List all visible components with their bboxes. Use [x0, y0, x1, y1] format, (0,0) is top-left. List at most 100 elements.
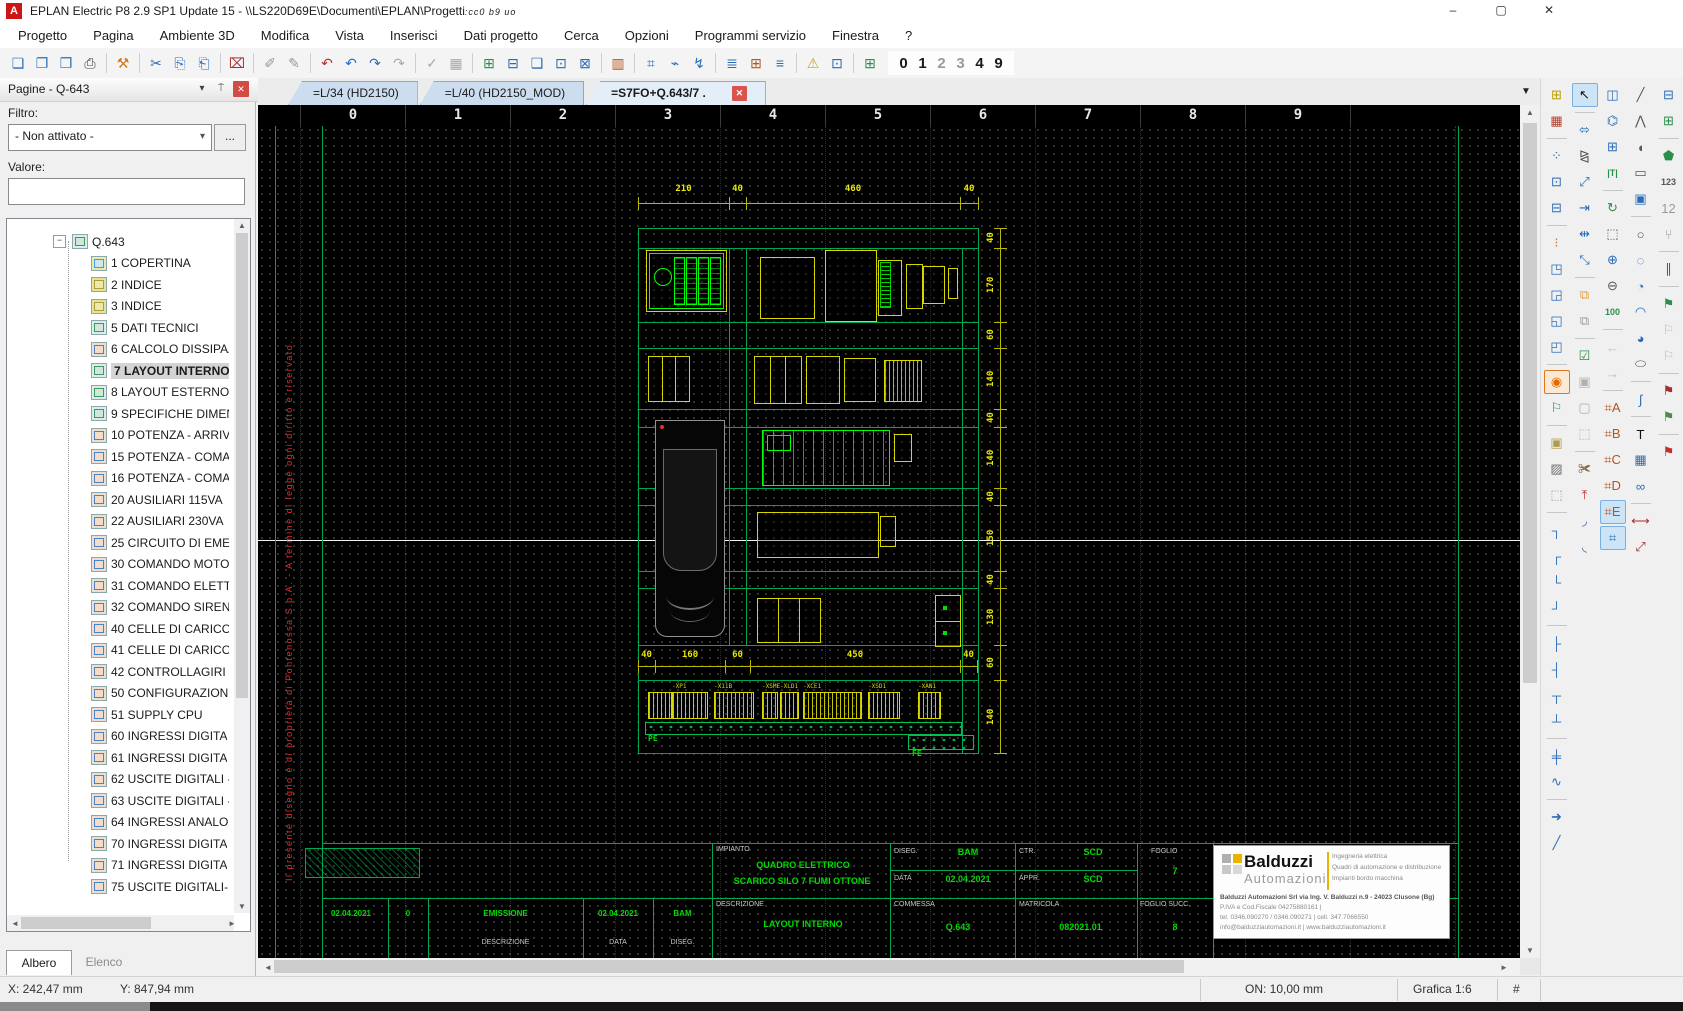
device-selection-button[interactable]: ◫ [1600, 83, 1626, 107]
double-connection-button[interactable]: ╪ [1544, 744, 1570, 768]
cut-button[interactable]: ✂ [144, 52, 168, 74]
zoom-in-button[interactable]: ⊕ [1600, 248, 1626, 272]
numbering-12-button[interactable]: 12 [1656, 196, 1682, 220]
draw-ellipse-button[interactable]: ⬭ [1628, 352, 1654, 376]
format-paint-b-button[interactable]: ✎ [282, 52, 306, 74]
parts-list-button[interactable]: ≡ [768, 52, 792, 74]
tab-albero[interactable]: Albero [6, 950, 72, 975]
tree-item-23[interactable]: 60 INGRESSI DIGITA [7, 726, 229, 748]
page-type-3-button[interactable]: 3 [951, 55, 970, 72]
tree-item-17[interactable]: 32 COMANDO SIREN [7, 597, 229, 619]
parts-cart-button[interactable]: ⊞ [1600, 135, 1626, 159]
numbering-pins-button[interactable]: ⑂ [1656, 222, 1682, 246]
canvas-scroll-right-icon[interactable]: ► [1496, 963, 1512, 972]
grid-d-button[interactable]: ⌗D [1600, 474, 1626, 498]
tree-expander-icon[interactable]: − [53, 235, 66, 248]
chamfer-corner-button[interactable]: ◟ [1572, 535, 1598, 559]
placeholder-object-button[interactable]: ⬚ [1544, 483, 1570, 507]
scroll-up-icon[interactable]: ▲ [234, 221, 250, 230]
tree-scroll-thumb[interactable] [236, 233, 248, 698]
paste-button[interactable]: ⎗ [192, 52, 216, 74]
delete-selection-button[interactable]: ⌧ [225, 52, 249, 74]
page-tree[interactable]: −Q.6431 COPERTINA2 INDICE3 INDICE5 DATI … [6, 218, 251, 932]
interruption-point-button[interactable]: ⚐ [1544, 396, 1570, 420]
t-node-down-button[interactable]: ┬ [1544, 683, 1570, 707]
tree-item-5[interactable]: 6 CALCOLO DISSIPAZ [7, 339, 229, 361]
tree-item-7[interactable]: 8 LAYOUT ESTERNO [7, 382, 229, 404]
parts-master-button[interactable]: ⊞ [744, 52, 768, 74]
minimize-button[interactable]: – [1437, 0, 1469, 21]
connection-point-down-button[interactable]: ⊟ [1544, 196, 1570, 220]
draw-circle-button[interactable]: ○ [1628, 222, 1654, 246]
t-node-right-button[interactable]: ├ [1544, 631, 1570, 655]
move-right-button[interactable]: ⇥ [1572, 196, 1598, 220]
tree-item-6[interactable]: 7 LAYOUT INTERNO [7, 360, 229, 382]
device-navigator-button[interactable]: ⊟ [501, 52, 525, 74]
potential-clips-button[interactable]: ⁝ [1544, 231, 1570, 255]
dimension-horizontal-button[interactable]: ⟷ [1628, 509, 1654, 533]
tree-item-3[interactable]: 3 INDICE [7, 296, 229, 318]
copy-button[interactable]: ⎘ [168, 52, 192, 74]
t-node-up-button[interactable]: ┴ [1544, 709, 1570, 733]
diagonal-line-button[interactable]: ╱ [1544, 831, 1570, 855]
structure-box-button[interactable]: ▣ [1544, 431, 1570, 455]
placement-frame-button[interactable]: ◉ [1544, 370, 1570, 394]
insert-image-button[interactable]: ▦ [1628, 448, 1654, 472]
menu-progetto[interactable]: Progetto [18, 28, 67, 43]
tree-item-1[interactable]: 1 COPERTINA [7, 253, 229, 275]
redraw-view-button[interactable]: ↻ [1600, 196, 1626, 220]
page-type-4-button[interactable]: 4 [970, 55, 989, 72]
mirror-object-button[interactable]: ⧎ [1572, 144, 1598, 168]
jump-connection-button[interactable]: ∿ [1544, 770, 1570, 794]
page-navigator-button[interactable]: ⊞ [477, 52, 501, 74]
text-frame-button[interactable]: |T| [1600, 161, 1626, 185]
tree-item-18[interactable]: 40 CELLE DI CARICO [7, 618, 229, 640]
topology-view-button[interactable]: ⌬ [1600, 109, 1626, 133]
tree-item-25[interactable]: 62 USCITE DIGITALI - [7, 769, 229, 791]
new-page-button[interactable]: ❏ [6, 52, 30, 74]
draw-rect-points-button[interactable]: ▣ [1628, 187, 1654, 211]
menu-cerca[interactable]: Cerca [564, 28, 599, 43]
redo-button[interactable]: ↷ [363, 52, 387, 74]
copy-object-button[interactable]: ⧉ [1572, 283, 1598, 307]
menu-inserisci[interactable]: Inserisci [390, 28, 438, 43]
settings-wrench-button[interactable]: ⚒ [111, 52, 135, 74]
tree-item-13[interactable]: 22 AUSILIARI 230VA [7, 511, 229, 533]
device-connection-d-button[interactable]: ◰ [1544, 335, 1570, 359]
connection-point-up-button[interactable]: ⊡ [1544, 170, 1570, 194]
canvas-scroll-up-icon[interactable]: ▲ [1522, 108, 1538, 117]
page-properties-button[interactable]: ❒ [54, 52, 78, 74]
zoom-window-button[interactable]: ⬚ [1600, 222, 1626, 246]
tree-item-27[interactable]: 64 INGRESSI ANALO [7, 812, 229, 834]
tab-close-button[interactable]: ✕ [732, 86, 747, 101]
canvas-vertical-scrollbar[interactable]: ▲ ▼ [1520, 105, 1540, 958]
draw-spline-button[interactable]: ∫ [1628, 387, 1654, 411]
tree-item-15[interactable]: 30 COMANDO MOTO [7, 554, 229, 576]
draw-sector-button[interactable]: ◕ [1628, 326, 1654, 350]
scroll-right-icon[interactable]: ► [224, 919, 240, 928]
move-object-button[interactable]: ⬄ [1572, 118, 1598, 142]
view-forward-button[interactable]: → [1600, 361, 1626, 385]
menu-modifica[interactable]: Modifica [261, 28, 309, 43]
grid-b-button[interactable]: ⌗B [1600, 422, 1626, 446]
tree-root[interactable]: −Q.643 [7, 231, 229, 253]
draw-polyline-button[interactable]: ⋀ [1628, 109, 1654, 133]
enclosure-layout-button[interactable]: ▥ [606, 52, 630, 74]
corner-down-right-button[interactable]: ┌ [1544, 544, 1570, 568]
align-center-button[interactable]: ⇹ [1572, 222, 1598, 246]
corner-up-left-button[interactable]: ┘ [1544, 596, 1570, 620]
draw-circle-points-button[interactable]: ◌ [1628, 248, 1654, 272]
view-back-button[interactable]: ← [1600, 335, 1626, 359]
paste-object-button[interactable]: ⧉ [1572, 309, 1598, 333]
ungroup-objects-button[interactable]: ▢ [1572, 396, 1598, 420]
tree-item-9[interactable]: 10 POTENZA - ARRIV [7, 425, 229, 447]
menu-dati-progetto[interactable]: Dati progetto [464, 28, 538, 43]
format-paint-a-button[interactable]: ✐ [258, 52, 282, 74]
zoom-100-button[interactable]: 100 [1600, 300, 1626, 324]
window-parts-a-button[interactable]: ⊟ [1656, 83, 1682, 107]
undo-button[interactable]: ↶ [339, 52, 363, 74]
draw-arc-3point-button[interactable]: ◔ [1628, 274, 1654, 298]
drawing-canvas[interactable]: Il presente disegno è di proprietà di Po… [258, 126, 1520, 958]
scale-object-button[interactable]: ⤢ [1572, 170, 1598, 194]
document-tab-3[interactable]: =S7FO+Q.643/7 .✕ [586, 81, 766, 105]
